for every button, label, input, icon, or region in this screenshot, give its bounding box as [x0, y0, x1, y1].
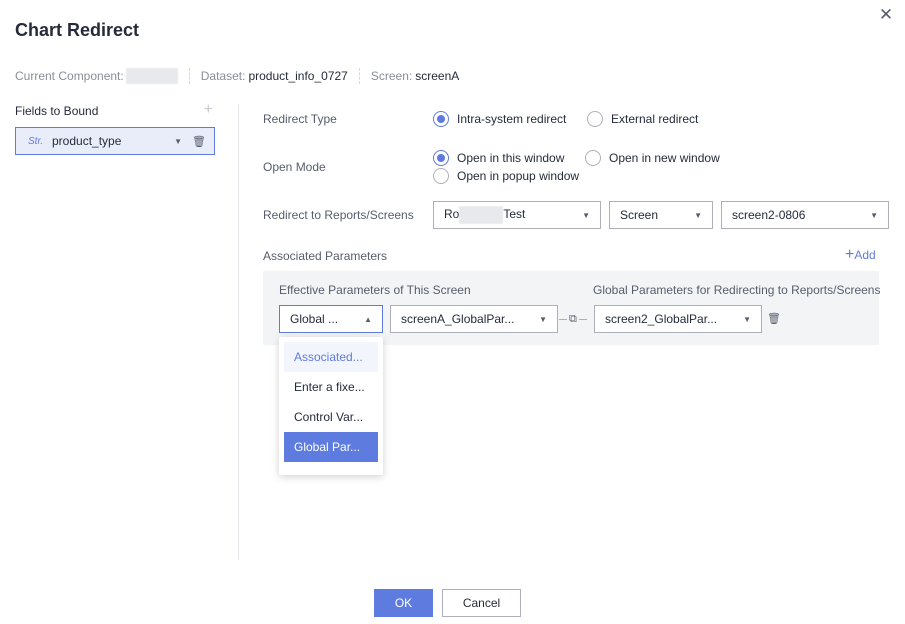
caret-down-icon[interactable]: ▼: [174, 137, 182, 146]
caret-down-icon: ▼: [694, 210, 702, 220]
current-component-value-redacted: [125, 68, 178, 84]
global-param-value: screen2_GlobalPar...: [605, 312, 718, 326]
radio-unchecked-icon: [587, 111, 603, 127]
associated-params-label: Associated Parameters: [263, 249, 388, 263]
param-type-dropdown: Associated... Enter a fixe... Control Va…: [279, 337, 383, 475]
param-value: screenA_GlobalPar...: [401, 312, 515, 326]
param-type-value: Global ...: [290, 312, 339, 326]
ok-button[interactable]: OK: [374, 589, 433, 617]
dropdown-option[interactable]: Associated...: [284, 342, 378, 372]
redirect-to-label: Redirect to Reports/Screens: [263, 208, 414, 222]
dataset-label: Dataset:: [200, 69, 246, 83]
current-component-label: Current Component:: [15, 69, 124, 83]
dialog-title: Chart Redirect: [15, 20, 140, 40]
radio-unchecked-icon: [433, 168, 449, 184]
radio-label: External redirect: [611, 112, 699, 126]
dataset-value: product_info_0727: [248, 69, 348, 83]
col-effective-header: Effective Parameters of This Screen: [279, 283, 471, 297]
fields-title: Fields to Bound: [15, 104, 99, 118]
screen-label: Screen:: [370, 69, 413, 83]
param-type-select[interactable]: Global ... ▲: [279, 305, 383, 333]
redacted-text: [459, 206, 504, 224]
caret-down-icon: ▼: [582, 210, 590, 220]
radio-this-window[interactable]: Open in this window: [433, 150, 564, 166]
vertical-divider: [238, 104, 239, 560]
open-mode-label: Open Mode: [263, 160, 326, 174]
global-param-select[interactable]: screen2_GlobalPar... ▼: [594, 305, 762, 333]
caret-down-icon: ▼: [743, 314, 751, 324]
fields-panel: Fields to Bound + Str. product_type ▼ 🗑: [15, 102, 215, 155]
radio-label: Open in popup window: [457, 169, 580, 183]
target-kind-value: Screen: [620, 208, 659, 222]
caret-down-icon: ▼: [539, 314, 547, 324]
target-report-select[interactable]: Ro Test ▼: [433, 201, 601, 229]
string-type-icon: Str.: [28, 135, 44, 147]
target-screen-value: screen2-0806: [732, 208, 806, 222]
dropdown-option[interactable]: Control Var...: [284, 402, 378, 432]
caret-up-icon: ▲: [364, 314, 372, 324]
target-screen-select[interactable]: screen2-0806 ▼: [721, 201, 889, 229]
target-kind-select[interactable]: Screen ▼: [609, 201, 713, 229]
radio-checked-icon: [433, 111, 449, 127]
field-item[interactable]: Str. product_type ▼ 🗑: [15, 127, 215, 155]
screen-value: screenA: [415, 69, 460, 83]
plus-icon[interactable]: +: [204, 102, 213, 118]
component-meta: Current Component: Dataset: product_info…: [15, 68, 459, 84]
radio-external[interactable]: External redirect: [587, 111, 698, 127]
external-link-icon: ⧉: [569, 312, 577, 325]
divider: [188, 68, 190, 84]
dropdown-option-selected[interactable]: Global Par...: [284, 432, 378, 462]
plus-icon: +: [845, 246, 855, 263]
radio-intra-system[interactable]: Intra-system redirect: [433, 111, 566, 127]
radio-checked-icon: [433, 150, 449, 166]
param-value-select[interactable]: screenA_GlobalPar... ▼: [390, 305, 558, 333]
divider: [358, 68, 360, 84]
trash-icon[interactable]: 🗑: [192, 135, 206, 148]
redirect-type-label: Redirect Type: [263, 112, 337, 126]
radio-label: Intra-system redirect: [457, 112, 567, 126]
radio-unchecked-icon: [585, 150, 601, 166]
cancel-button[interactable]: Cancel: [442, 589, 521, 617]
dropdown-option[interactable]: Enter a fixe...: [284, 372, 378, 402]
radio-label: Open in this window: [457, 151, 565, 165]
target-report-value: Ro Test: [444, 206, 582, 224]
field-name: product_type: [52, 134, 122, 148]
close-icon[interactable]: ✕: [877, 6, 895, 24]
col-global-header: Global Parameters for Redirecting to Rep…: [593, 283, 881, 297]
add-param-button[interactable]: +Add: [845, 246, 876, 263]
caret-down-icon: ▼: [870, 210, 878, 220]
link-connector: ⧉: [559, 311, 593, 327]
trash-icon[interactable]: 🗑: [767, 312, 781, 325]
radio-label: Open in new window: [609, 151, 720, 165]
radio-new-window[interactable]: Open in new window: [585, 150, 720, 166]
radio-popup-window[interactable]: Open in popup window: [433, 168, 579, 184]
